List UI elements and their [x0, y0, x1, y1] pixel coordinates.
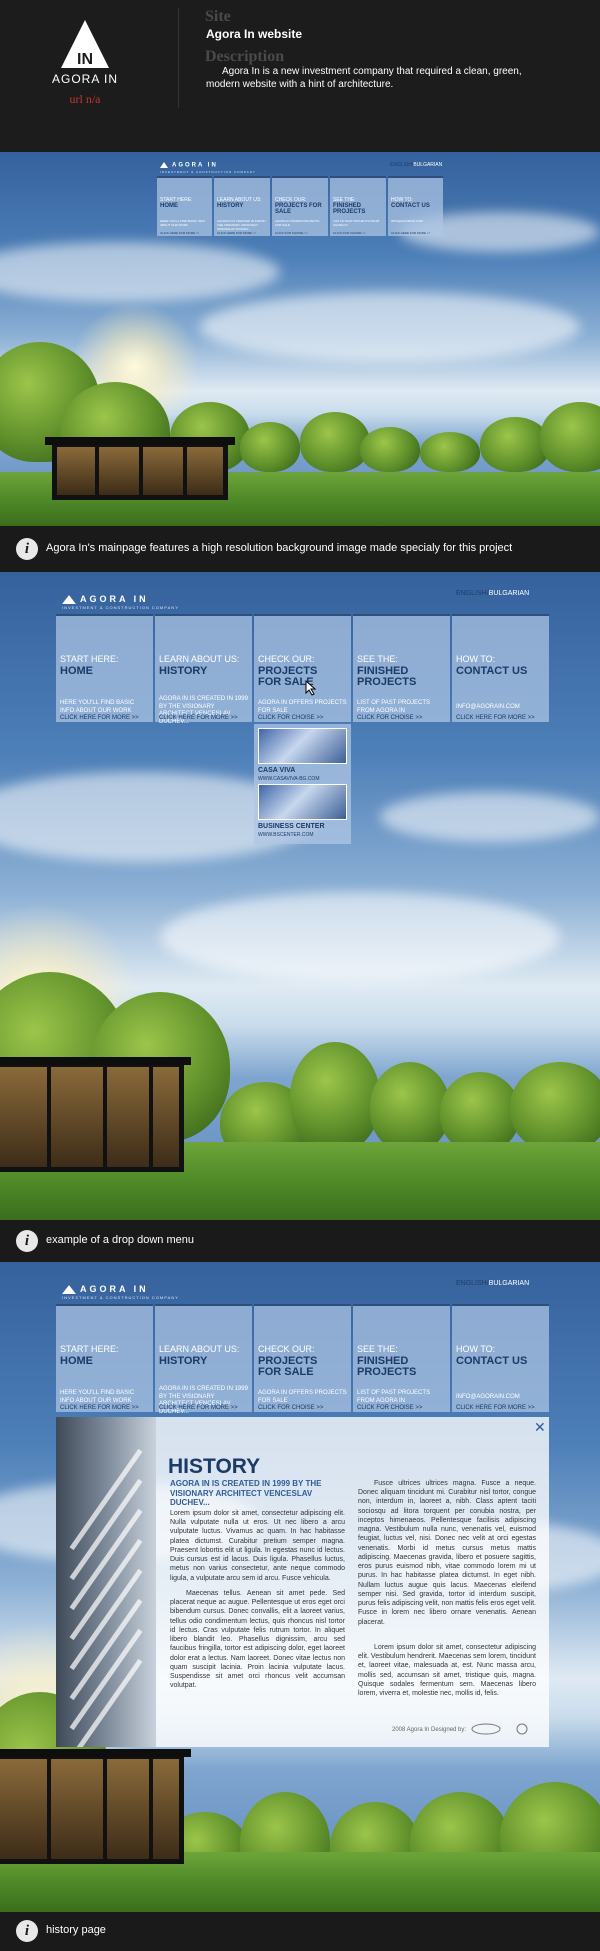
mouse-cursor-icon: [305, 680, 317, 696]
nav-contact[interactable]: HOW TO: CONTACT US INFO@AGORAIN.COM CLIC…: [452, 1304, 549, 1412]
site-brand[interactable]: AGORA IN INVESTMENT & CONSTRUCTION COMPA…: [62, 1284, 179, 1300]
site-url: url n/a: [69, 92, 101, 106]
history-screenshot: AGORA IN INVESTMENT & CONSTRUCTION COMPA…: [0, 1262, 600, 1912]
nav-finished-small[interactable]: SEE THE: FINISHED PROJECTS LIST OF PAST …: [330, 176, 386, 236]
history-panel: ✕ HISTORY AGORA IN IS CREATED IN 1999 BY…: [56, 1417, 549, 1747]
lang-english[interactable]: ENGLISH: [456, 1280, 487, 1287]
info-icon: i: [16, 538, 38, 560]
caption-history: history page: [46, 1924, 106, 1936]
header-divider: [178, 8, 179, 108]
language-switcher: ENGLISH/BULGARIAN: [390, 162, 443, 168]
site-label: Site: [205, 8, 231, 25]
history-subtitle: AGORA IN IS CREATED IN 1999 BY THE VISIO…: [170, 1479, 322, 1508]
dropdown-item-casa-viva[interactable]: CASA VIVA: [258, 767, 295, 774]
dropdown-item-business-center[interactable]: BUSINESS CENTER: [258, 823, 325, 830]
logo-name: AGORA IN: [51, 72, 118, 86]
caption-dropdown: example of a drop down menu: [46, 1234, 194, 1246]
nav-home-small[interactable]: START HERE: HOME HERE YOU'LL FIND BASIC …: [157, 176, 212, 236]
brand-mark-icon: [62, 595, 76, 605]
agora-logo: IN AGORA IN url n/a: [40, 18, 130, 107]
business-center-thumbnail[interactable]: [258, 784, 347, 820]
caption-mainpage: Agora In's mainpage features a high reso…: [46, 542, 513, 554]
designer-logo-icon[interactable]: [470, 1722, 540, 1736]
portfolio-page: IN AGORA IN url n/a Site Agora In websit…: [0, 0, 600, 1951]
casa-viva-url[interactable]: WWW.CASAVIVA-BG.COM: [258, 776, 319, 782]
description-label: Description: [205, 48, 285, 65]
info-icon: i: [16, 1920, 38, 1942]
site-brand[interactable]: AGORA IN INVESTMENT & CONSTRUCTION COMPA…: [160, 162, 256, 174]
lang-bulgarian[interactable]: BULGARIAN: [489, 590, 529, 597]
nav-projects[interactable]: CHECK OUR: PROJECTS FOR SALE AGORA IN OF…: [254, 614, 351, 722]
history-paragraph-2: Maecenas tellus. Aenean sit amet pede. S…: [170, 1590, 345, 1690]
nav-history-small[interactable]: LEARN ABOUT US: HISTORY AGORA IN IS CREA…: [214, 176, 270, 236]
building-image: [56, 1417, 156, 1747]
nav-history[interactable]: LEARN ABOUT US: HISTORY AGORA IN IS CREA…: [155, 1304, 252, 1415]
lang-english[interactable]: ENGLISH: [456, 590, 487, 597]
close-icon[interactable]: ✕: [534, 1419, 546, 1436]
info-icon: i: [16, 1230, 38, 1252]
nav-home[interactable]: START HERE: HOME HERE YOU'LL FIND BASIC …: [56, 614, 153, 722]
dropdown-screenshot: AGORA IN INVESTMENT & CONSTRUCTION COMPA…: [0, 572, 600, 1220]
agora-logo-icon: IN: [61, 20, 109, 68]
language-switcher: ENGLISH/BULGARIAN: [456, 1280, 530, 1287]
casa-viva-thumbnail[interactable]: [258, 728, 347, 764]
history-paragraph-3: Fusce ultrices ultrices magna. Fusce a n…: [358, 1480, 536, 1626]
caption-bar-2: i example of a drop down menu: [0, 1220, 600, 1262]
lang-english[interactable]: ENGLISH: [390, 162, 412, 168]
glass-house: [0, 1749, 191, 1864]
caption-bar-1: i Agora In's mainpage features a high re…: [0, 526, 600, 572]
nav-projects[interactable]: CHECK OUR: PROJECTS FOR SALE AGORA IN OF…: [254, 1304, 351, 1412]
nav-history[interactable]: LEARN ABOUT US: HISTORY AGORA IN IS CREA…: [155, 614, 252, 725]
glass-house: [0, 1057, 191, 1172]
description-value: Agora In is a new investment company tha…: [206, 66, 522, 90]
nav-home[interactable]: START HERE: HOME HERE YOU'LL FIND BASIC …: [56, 1304, 153, 1412]
glass-house: [45, 437, 235, 500]
nav-finished[interactable]: SEE THE: FINISHED PROJECTS LIST OF PAST …: [353, 614, 450, 722]
site-brand[interactable]: AGORA IN INVESTMENT & CONSTRUCTION COMPA…: [62, 594, 179, 610]
nav-finished[interactable]: SEE THE: FINISHED PROJECTS LIST OF PAST …: [353, 1304, 450, 1412]
portfolio-header: IN AGORA IN url n/a Site Agora In websit…: [0, 0, 600, 152]
nav-contact[interactable]: HOW TO: CONTACT US INFO@AGORAIN.COM CLIC…: [452, 614, 549, 722]
brand-mark-icon: [62, 1285, 76, 1295]
history-paragraph-1: Lorem ipsum dolor sit amet, consectetur …: [170, 1510, 345, 1582]
language-switcher: ENGLISH/BULGARIAN: [456, 590, 530, 597]
brand-mark-icon: [160, 162, 168, 168]
mainpage-screenshot: AGORA IN INVESTMENT & CONSTRUCTION COMPA…: [0, 152, 600, 526]
site-value: Agora In website: [206, 27, 303, 41]
projects-dropdown: CASA VIVA WWW.CASAVIVA-BG.COM BUSINESS C…: [254, 724, 351, 844]
nav-contact-small[interactable]: HOW TO: CONTACT US INFO@AGORAIN.COM CLIC…: [388, 176, 443, 236]
lang-bulgarian[interactable]: BULGARIAN: [489, 1280, 529, 1287]
history-footer: 2008 Agora In Designed by:: [392, 1727, 467, 1733]
nav-projects-small[interactable]: CHECK OUR: PROJECTS FOR SALE AGORA IN OF…: [272, 176, 328, 236]
lang-bulgarian[interactable]: BULGARIAN: [413, 162, 442, 168]
business-center-url[interactable]: WWW.BSCENTER.COM: [258, 832, 314, 838]
logo-monogram: IN: [77, 51, 93, 68]
caption-bar-3: i history page: [0, 1912, 600, 1951]
history-title: HISTORY: [168, 1455, 261, 1478]
history-paragraph-4: Lorem ipsum dolor sit amet, consectetur …: [358, 1644, 536, 1698]
